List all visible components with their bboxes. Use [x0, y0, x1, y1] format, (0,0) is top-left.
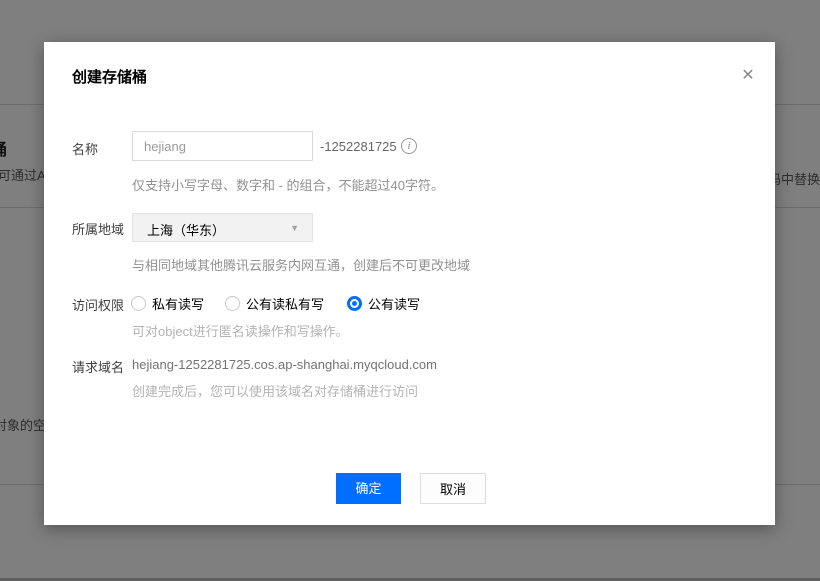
screen: 桶 也可通过A 码中替换按 对象的空间 创建存储桶 ✕ 名称 -12522817…	[0, 0, 820, 581]
chevron-down-icon: ▼	[290, 223, 299, 233]
close-icon[interactable]: ✕	[738, 66, 758, 86]
radio-label: 公有读写	[368, 294, 420, 313]
acl-label: 访问权限	[72, 295, 124, 314]
name-label: 名称	[72, 139, 98, 158]
dialog-title: 创建存储桶	[72, 66, 147, 87]
info-icon[interactable]: i	[401, 138, 417, 154]
radio-label: 公有读私有写	[246, 294, 324, 313]
region-label: 所属地域	[72, 219, 124, 238]
radio-icon	[225, 296, 240, 311]
bucket-name-input[interactable]	[132, 131, 313, 161]
acl-hint: 可对object进行匿名读操作和写操作。	[132, 321, 349, 340]
cancel-button[interactable]: 取消	[420, 473, 486, 504]
confirm-button[interactable]: 确定	[336, 473, 401, 504]
region-hint: 与相同地域其他腾讯云服务内网互通，创建后不可更改地域	[132, 255, 470, 274]
name-hint: 仅支持小写字母、数字和 - 的组合，不能超过40字符。	[132, 175, 444, 194]
radio-label: 私有读写	[152, 294, 204, 313]
create-bucket-dialog: 创建存储桶 ✕ 名称 -1252281725 i 仅支持小写字母、数字和 - 的…	[44, 42, 775, 525]
domain-hint: 创建完成后，您可以使用该域名对存储桶进行访问	[132, 381, 418, 400]
radio-icon	[131, 296, 146, 311]
appid-suffix: -1252281725	[320, 139, 397, 154]
request-domain-value: hejiang-1252281725.cos.ap-shanghai.myqcl…	[132, 357, 437, 372]
radio-private-rw[interactable]: 私有读写	[131, 294, 204, 313]
region-selected-value: 上海（华东）	[147, 220, 225, 239]
radio-public-rw[interactable]: 公有读写	[347, 294, 420, 313]
domain-label: 请求域名	[72, 357, 124, 376]
region-select[interactable]: 上海（华东） ▼	[132, 213, 313, 242]
radio-public-read-private-write[interactable]: 公有读私有写	[225, 294, 324, 313]
radio-selected-icon	[347, 296, 362, 311]
